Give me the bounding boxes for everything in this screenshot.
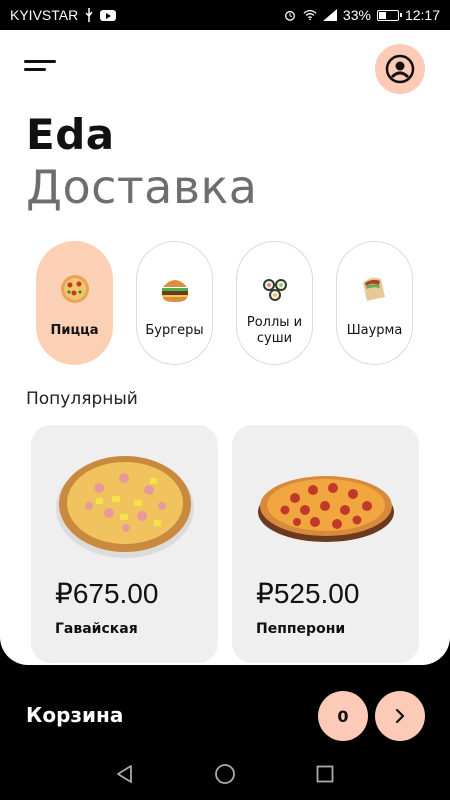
burger-icon bbox=[158, 272, 192, 306]
product-name: Пепперони bbox=[256, 621, 346, 637]
shawarma-icon bbox=[358, 272, 392, 306]
back-button[interactable] bbox=[114, 763, 136, 785]
cart-label: Корзина bbox=[26, 703, 124, 727]
category-shawarma[interactable]: Шаурма bbox=[336, 241, 413, 365]
cart-next-button[interactable] bbox=[375, 691, 425, 741]
pepperoni-pizza-image bbox=[254, 445, 398, 563]
carrier-name: KYIVSTAR bbox=[10, 7, 79, 23]
home-button[interactable] bbox=[214, 763, 236, 785]
category-label: Бургеры bbox=[145, 323, 204, 338]
product-card-pepperoni[interactable]: ₽525.00 Пепперони bbox=[232, 425, 419, 663]
system-nav-bar bbox=[0, 748, 450, 800]
category-label: Роллы и суши bbox=[246, 315, 303, 346]
app-subtitle: Доставка bbox=[26, 160, 258, 214]
category-burgers[interactable]: Бургеры bbox=[136, 241, 213, 365]
profile-button[interactable] bbox=[375, 44, 425, 94]
category-list: Пицца Бургеры Роллы и суши Шаурма bbox=[36, 241, 413, 365]
recents-button[interactable] bbox=[314, 763, 336, 785]
hawaiian-pizza-image bbox=[53, 445, 197, 563]
usb-icon bbox=[85, 8, 93, 22]
back-triangle-icon bbox=[117, 765, 132, 783]
battery-icon bbox=[376, 9, 402, 21]
category-label: Шаурма bbox=[346, 323, 403, 338]
chevron-right-icon bbox=[395, 708, 405, 724]
battery-percent: 33% bbox=[342, 7, 371, 23]
menu-icon[interactable] bbox=[24, 58, 58, 78]
signal-icon bbox=[322, 9, 337, 21]
user-icon bbox=[385, 54, 415, 84]
recents-square-icon bbox=[316, 765, 334, 783]
sushi-icon bbox=[258, 272, 292, 306]
app-title: Eda bbox=[26, 110, 115, 159]
section-title: Популярный bbox=[26, 389, 138, 409]
youtube-icon bbox=[100, 9, 117, 21]
product-list: ₽675.00 Гавайская ₽525.00 Пепперони bbox=[31, 425, 419, 663]
clock: 12:17 bbox=[404, 7, 440, 23]
product-name: Гавайская bbox=[55, 621, 138, 637]
product-card-hawaiian[interactable]: ₽675.00 Гавайская bbox=[31, 425, 218, 663]
category-sushi[interactable]: Роллы и суши bbox=[236, 241, 313, 365]
cart-count-badge: 0 bbox=[318, 691, 368, 741]
home-circle-icon bbox=[215, 764, 235, 784]
main-panel: Eda Доставка Пицца Бургеры Роллы и суши … bbox=[0, 30, 450, 665]
pizza-icon bbox=[58, 272, 92, 306]
alarm-icon bbox=[284, 10, 295, 21]
product-price: ₽675.00 bbox=[55, 578, 159, 609]
category-pizza[interactable]: Пицца bbox=[36, 241, 113, 365]
status-bar: KYIVSTAR 33% 12:17 bbox=[0, 0, 450, 30]
wifi-icon bbox=[303, 9, 317, 21]
category-label: Пицца bbox=[50, 323, 99, 338]
product-price: ₽525.00 bbox=[256, 578, 360, 609]
